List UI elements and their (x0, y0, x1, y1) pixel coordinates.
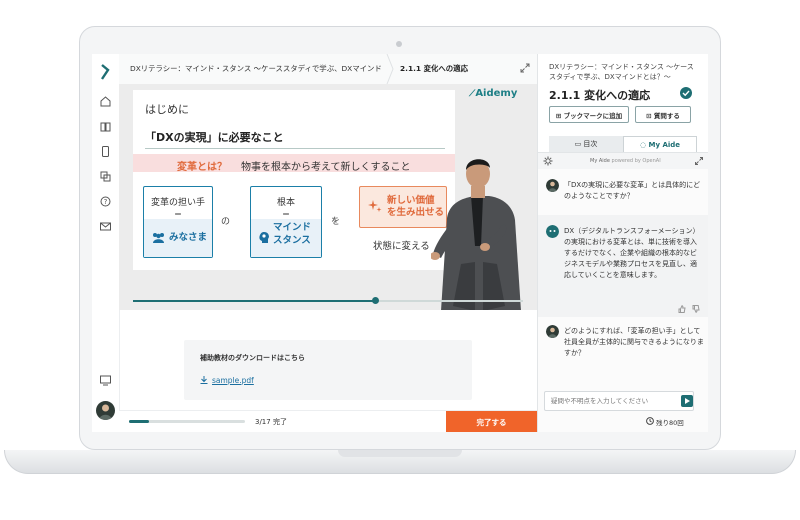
webcam (396, 41, 402, 47)
gear-icon[interactable] (543, 156, 553, 166)
chat-powered-by: powered by OpenAI (611, 158, 661, 164)
materials-file-link[interactable]: sample.pdf (212, 376, 254, 385)
breadcrumb-course[interactable]: DXリテラシー：マインド・スタンス 〜ケーススタディで学ぶ、DXマインドとは？〜 (130, 63, 382, 74)
conjunction-no: の (221, 217, 231, 227)
copy-icon[interactable] (100, 171, 111, 182)
right-panel: DXリテラシー：マインド・スタンス 〜ケーススタディで学ぶ、DXマインドとは？〜… (537, 54, 708, 432)
monitor-icon[interactable] (100, 375, 111, 386)
chat-message-text: DX（デジタルトランスフォーメーション）の実現における変革とは、単に技術を導入す… (564, 227, 700, 279)
slide-subheading: 「DXの実現」に必要なこと (145, 131, 284, 144)
send-icon (685, 398, 690, 404)
question-button[interactable]: ⊡ 質問する (635, 106, 691, 123)
panel-lesson-title: 2.1.1 変化への適応 (549, 89, 651, 102)
tab-toc-label: 目次 (583, 140, 598, 148)
chat-title-text: My Aide (590, 158, 610, 164)
mail-icon[interactable] (100, 221, 111, 232)
chat-bubble-icon: ◌ (639, 141, 649, 149)
slide-box-root: 根本 ＝ マインド スタンス (250, 186, 322, 258)
box-top-label: 変革の担い手 (150, 198, 205, 208)
conjunction-wo: を (331, 217, 341, 227)
breadcrumb: DXリテラシー：マインド・スタンス 〜ケーススタディで学ぶ、DXマインドとは？〜… (119, 54, 537, 85)
question-icon: ⊡ (646, 111, 654, 120)
panel-tabs: ▭ 目次 ◌ My Aide (549, 136, 697, 152)
lesson-progress-count: 3/17 完了 (255, 418, 287, 426)
presenter-figure (431, 159, 521, 310)
slide-box-actor: 変革の担い手 ＝ みなさま (143, 186, 213, 258)
question-label: 質問する (653, 111, 680, 120)
chat-input[interactable] (544, 391, 694, 411)
user-avatar-icon (546, 179, 559, 192)
chat-panel: My Aide powered by OpenAI 「DXの実現に必要な変革」と… (538, 152, 708, 432)
box-bottom: みなさま (144, 219, 212, 257)
left-sidebar: ? (92, 54, 120, 432)
slide-divider (145, 148, 445, 149)
remaining-count: 残り80回 (656, 419, 684, 427)
mobile-icon[interactable] (100, 146, 111, 157)
value-line1: 新しい価値 (387, 195, 435, 206)
book-icon[interactable] (100, 121, 111, 132)
slide-heading: はじめに (145, 103, 189, 116)
chat-header: My Aide powered by OpenAI (538, 153, 708, 169)
chat-title: My Aide powered by OpenAI (590, 158, 661, 164)
chat-message-text: 「DXの実現に必要な変革」とは具体的にどのようなことですか？ (564, 181, 701, 200)
tab-my-aide[interactable]: ◌ My Aide (623, 136, 697, 152)
lesson-progress-fill (129, 420, 150, 423)
expand-icon[interactable] (695, 157, 703, 165)
materials-card: 補助教材のダウンロードはこちら sample.pdf (184, 340, 472, 400)
box-top-label: 根本 (276, 198, 295, 208)
user-avatar[interactable] (96, 401, 115, 420)
video-progress-fill (133, 300, 375, 302)
aidemy-wordmark: ⟋Aidemy (469, 88, 517, 99)
head-mind-icon (259, 232, 269, 243)
breadcrumb-current: 2.1.1 変化への適応 (400, 64, 468, 73)
tab-aide-label: My Aide (648, 141, 681, 149)
download-icon[interactable] (200, 376, 208, 384)
box-bottom: マインド スタンス (251, 219, 321, 257)
tab-toc[interactable]: ▭ 目次 (549, 136, 623, 152)
band-text: 物事を根本から考えて新しくすること (241, 162, 411, 173)
box-label-line2: スタンス (273, 235, 311, 246)
value-result: 状態に変える (373, 241, 430, 252)
lesson-progress-bar: 3/17 完了 完了する (119, 410, 537, 432)
user-avatar-icon (546, 325, 559, 338)
timer-icon (646, 417, 654, 425)
video-progress-handle[interactable] (371, 297, 379, 304)
ai-avatar-icon (546, 225, 559, 238)
materials-title: 補助教材のダウンロードはこちら (200, 354, 305, 362)
lecture-video[interactable]: はじめに 「DXの実現」に必要なこと 変革とは？ 物事を根本から考えて新しくする… (119, 84, 537, 310)
bookmark-label: ブックマークに追加 (563, 111, 623, 120)
thumbs-up-icon[interactable] (678, 305, 686, 313)
svg-text:?: ? (104, 198, 108, 206)
app-screen: ? DXリテラシー：マインド・スタンス 〜ケーススタディで学ぶ、DXマインドとは… (92, 54, 708, 432)
band-key: 変革とは？ (177, 162, 227, 173)
bookmark-button[interactable]: ⊞ ブックマークに追加 (549, 106, 629, 123)
thumbs-down-icon[interactable] (692, 305, 700, 313)
chevron-right-icon (386, 54, 394, 84)
expand-icon[interactable] (520, 63, 530, 73)
chat-message-text: どのようにすれば、「変革の担い手」として社員全員が主体的に関与できるようになりま… (564, 327, 704, 357)
slide: はじめに 「DXの実現」に必要なこと 変革とは？ 物事を根本から考えて新しくする… (133, 90, 455, 270)
chat-message-user: どのようにすれば、「変革の担い手」として社員全員が主体的に関与できるようになりま… (546, 325, 704, 361)
aidemy-brand: Aidemy (475, 88, 518, 99)
box-label: みなさま (169, 232, 208, 243)
complete-button[interactable]: 完了する (446, 411, 537, 432)
people-icon (153, 233, 164, 243)
aidemy-logo-icon[interactable] (99, 64, 111, 80)
help-icon[interactable]: ? (100, 196, 111, 207)
laptop-notch (338, 450, 462, 457)
bookmark-icon: ⊞ (555, 111, 564, 120)
chat-message-ai: DX（デジタルトランスフォーメーション）の実現における変革とは、単に技術を導入す… (538, 215, 708, 317)
check-circle-icon (680, 87, 692, 99)
home-icon[interactable] (100, 96, 111, 107)
send-button[interactable] (681, 395, 693, 407)
panel-course-title: DXリテラシー：マインド・スタンス 〜ケーススタディで学ぶ、DXマインドとは？〜 (549, 63, 694, 81)
sparkle-icon (368, 200, 382, 212)
chat-message-user: 「DXの実現に必要な変革」とは具体的にどのようなことですか？ (546, 179, 700, 205)
box-label-line1: マインド (273, 222, 312, 233)
